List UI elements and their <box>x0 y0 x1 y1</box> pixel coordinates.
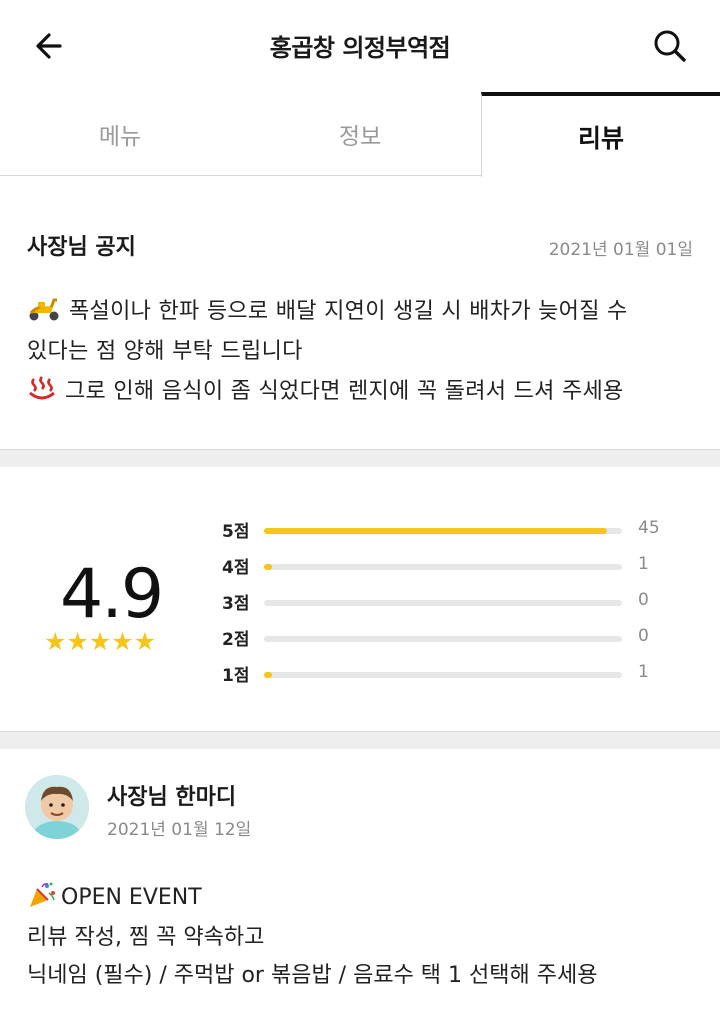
notice-title: 사장님 공지 <box>27 235 136 260</box>
rating-bar-fill <box>264 672 272 678</box>
tab-reviews[interactable]: 리뷰 <box>481 92 720 177</box>
search-icon <box>654 30 686 62</box>
rating-row-label: 1점 <box>222 666 250 686</box>
tab-info[interactable]: 정보 <box>240 92 480 176</box>
rating-row-label: 5점 <box>222 522 250 542</box>
rating-bar-fill <box>264 528 607 534</box>
tab-menu[interactable]: 메뉴 <box>0 92 240 176</box>
hot-springs-icon <box>27 375 57 409</box>
section-divider <box>0 731 720 749</box>
rating-bar-track <box>264 600 622 606</box>
rating-bar-track <box>264 528 622 534</box>
rating-bar-track <box>264 672 622 678</box>
notice-line: 그로 인해 음식이 좀 식었다면 렌지에 꼭 돌려서 드셔 주세용 <box>27 373 624 409</box>
rating-row-count: 45 <box>638 518 660 538</box>
rating-row-count: 0 <box>638 590 649 610</box>
rating-bar-track <box>264 636 622 642</box>
search-button[interactable] <box>650 26 690 66</box>
owner-message-line: 리뷰 작성, 찜 꼭 약속하고 <box>27 925 265 950</box>
rating-row-count: 1 <box>638 554 649 574</box>
notice-line: 있다는 점 양해 부탁 드립니다 <box>27 339 303 364</box>
owner-avatar <box>25 775 89 839</box>
notice-line: 폭설이나 한파 등으로 배달 지연이 생길 시 배차가 늦어질 수 <box>27 293 628 328</box>
owner-date: 2021년 01월 12일 <box>107 820 252 840</box>
rating-row: 4점 1 <box>222 553 672 578</box>
rating-bar-track <box>264 564 622 570</box>
scooter-icon <box>27 296 61 328</box>
rating-summary: 4.9 ★★★★★ 5점 45 4점 1 3점 0 2점 0 1점 1 <box>0 467 720 731</box>
owner-comment: 사장님 한마디 2021년 01월 12일 OPEN EVENT 리뷰 작성, … <box>0 749 720 1021</box>
owner-message-line: 닉네임 (필수) / 주먹밥 or 볶음밥 / 음료수 택 1 선택해 주세용 <box>27 963 598 988</box>
rating-row: 5점 45 <box>222 517 672 542</box>
page-title: 홍곱창 의정부역점 <box>269 34 451 62</box>
rating-row-label: 4점 <box>222 558 250 578</box>
owner-message-text: OPEN EVENT <box>61 885 202 910</box>
notice-line-text: 그로 인해 음식이 좀 식었다면 렌지에 꼭 돌려서 드셔 주세용 <box>65 379 624 404</box>
party-popper-icon <box>27 881 57 915</box>
app-header: 홍곱창 의정부역점 <box>0 0 720 92</box>
rating-row-label: 2점 <box>222 630 250 650</box>
rating-row: 3점 0 <box>222 589 672 614</box>
owner-message-line: OPEN EVENT <box>27 881 202 915</box>
star-rating: ★★★★★ <box>44 627 157 656</box>
rating-row-count: 1 <box>638 662 649 682</box>
notice-line-text: 폭설이나 한파 등으로 배달 지연이 생길 시 배차가 늦어질 수 <box>69 299 628 324</box>
owner-notice: 사장님 공지 2021년 01월 01일 폭설이나 한파 등으로 배달 지연이 … <box>0 177 720 449</box>
rating-bar-fill <box>264 564 272 570</box>
rating-row-label: 3점 <box>222 594 250 614</box>
rating-row: 2점 0 <box>222 625 672 650</box>
rating-row-count: 0 <box>638 626 649 646</box>
notice-date: 2021년 01월 01일 <box>548 240 693 260</box>
owner-name: 사장님 한마디 <box>107 785 237 810</box>
section-divider <box>0 449 720 467</box>
tab-bar: 메뉴 정보 리뷰 <box>0 92 720 177</box>
average-score: 4.9 <box>60 555 164 634</box>
rating-row: 1점 1 <box>222 661 672 686</box>
